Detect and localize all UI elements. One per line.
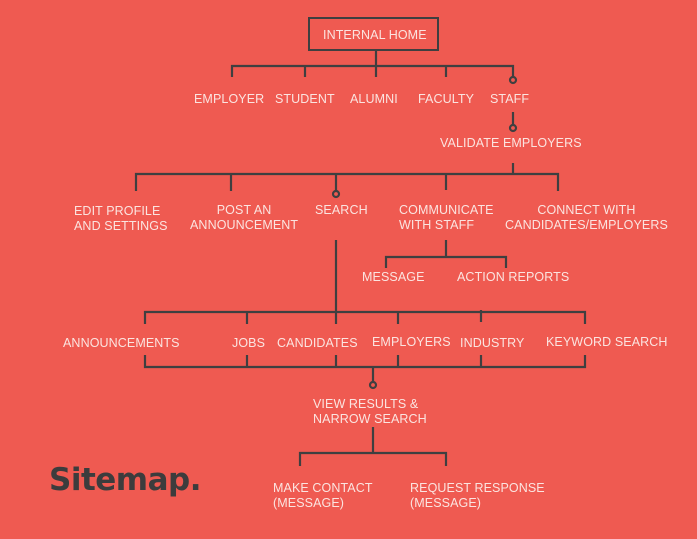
node-industry[interactable]: INDUSTRY [460,336,524,351]
node-post-announcement[interactable]: POST AN ANNOUNCEMENT [190,203,298,233]
connector-validate [134,163,560,191]
connector-root [230,51,515,77]
node-jobs[interactable]: JOBS [232,336,265,351]
connector-dot-search [331,189,341,199]
node-communicate-staff[interactable]: COMMUNICATE WITH STAFF [399,203,494,233]
node-request-response[interactable]: REQUEST RESPONSE (MESSAGE) [410,481,545,511]
node-employer[interactable]: EMPLOYER [194,92,264,107]
node-candidates[interactable]: CANDIDATES [277,336,358,351]
connector-dot-view [368,380,378,390]
node-connect-with[interactable]: CONNECT WITH CANDIDATES/EMPLOYERS [505,203,668,233]
node-make-contact[interactable]: MAKE CONTACT (MESSAGE) [273,481,373,511]
node-validate-employers[interactable]: VALIDATE EMPLOYERS [440,136,582,151]
sitemap-connectors [134,51,587,466]
connector-communicate [384,240,508,268]
connector-dot-staff [508,75,518,85]
connector-categories [143,355,587,382]
node-faculty[interactable]: FACULTY [418,92,474,107]
node-keyword-search[interactable]: KEYWORD SEARCH [546,335,668,350]
node-announcements[interactable]: ANNOUNCEMENTS [63,336,180,351]
node-internal-home[interactable]: INTERNAL HOME [323,28,427,43]
node-edit-profile[interactable]: EDIT PROFILE AND SETTINGS [74,204,168,234]
connector-view [298,427,448,466]
node-action-reports[interactable]: ACTION REPORTS [457,270,569,285]
page-title: Sitemap. [49,462,201,498]
node-employers[interactable]: EMPLOYERS [372,335,451,350]
node-view-results[interactable]: VIEW RESULTS & NARROW SEARCH [313,397,427,427]
node-staff[interactable]: STAFF [490,92,529,107]
node-message[interactable]: MESSAGE [362,270,425,285]
connector-dot-validate [508,123,518,133]
node-alumni[interactable]: ALUMNI [350,92,398,107]
node-student[interactable]: STUDENT [275,92,335,107]
node-search[interactable]: SEARCH [315,203,368,218]
